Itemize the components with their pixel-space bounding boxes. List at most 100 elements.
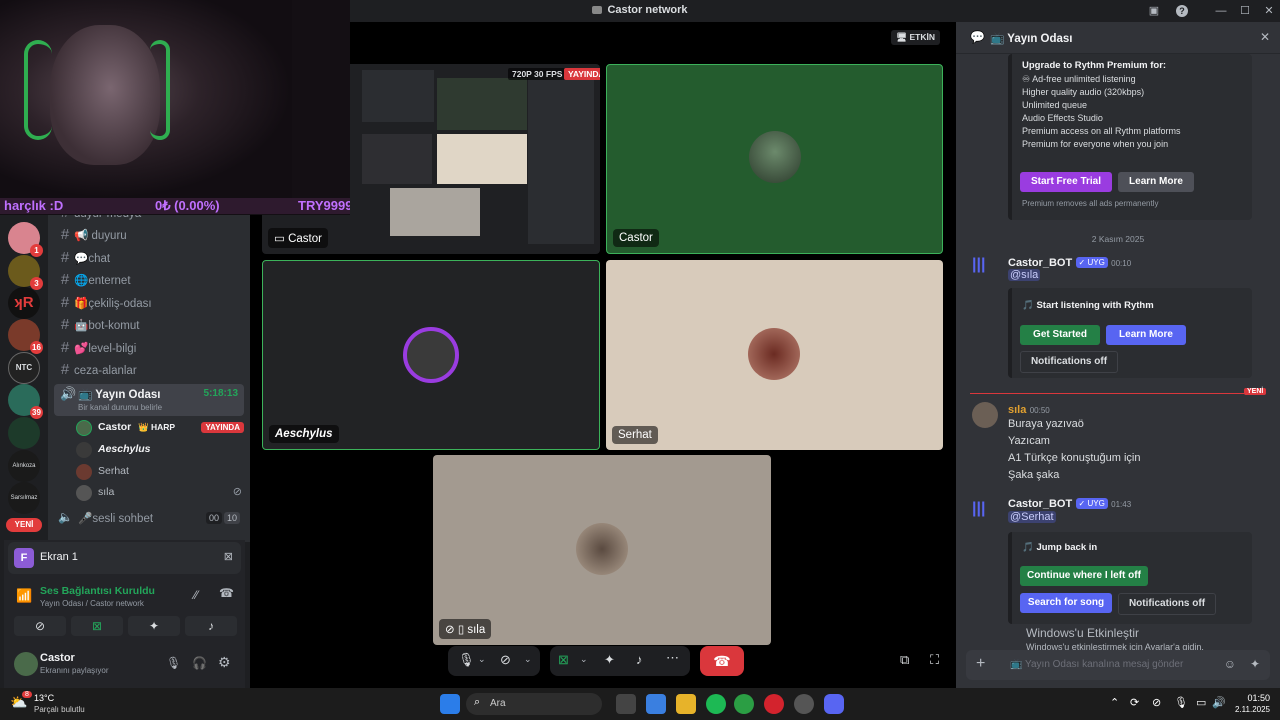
activities-icon[interactable]: ✦ — [604, 652, 615, 668]
video-tile-sila[interactable]: ⊘ ▯ sıla — [433, 455, 771, 645]
channel-bot-komut[interactable]: # 🤖bot-komut — [56, 314, 242, 336]
microphone-icon[interactable]: 🎙 — [1174, 696, 1188, 709]
channel-ceza-alanlar[interactable]: # ceza-alanlar — [56, 359, 242, 381]
leave-call-button[interactable]: ☎ — [700, 646, 744, 676]
noise-suppression-icon[interactable]: ⁄⁄ — [194, 588, 198, 602]
windows-taskbar: ⛅ 8 13°C Parçalı bulutlu ⌕ Ara ⌃ ⟳ ⊘ 🎙 ▭… — [0, 688, 1280, 720]
video-tile-serhat[interactable]: Serhat — [606, 260, 943, 450]
voice-member-sila[interactable]: sıla ⊘ — [76, 483, 244, 503]
message-input[interactable]: + 📺 Yayın Odası kanalına mesaj gönder ☺ … — [966, 650, 1270, 680]
screen-share-button[interactable]: ⊠ — [71, 616, 123, 636]
channel-cekilis-odasi[interactable]: # 🎁çekiliş-odası — [56, 292, 242, 314]
notifications-off-button[interactable]: Notifications off — [1020, 351, 1118, 373]
app-icon[interactable] — [794, 694, 814, 714]
camera-off-icon[interactable]: ⊘ — [500, 652, 511, 668]
server-icon-8[interactable]: Alınkoza — [8, 450, 40, 482]
headphones-icon[interactable]: 🎧 — [192, 656, 207, 670]
learn-more-button[interactable]: Learn More — [1106, 325, 1186, 345]
voice-member-castor[interactable]: Castor 👑 HARP YAYINDA — [76, 418, 244, 438]
chevron-up-icon[interactable]: ⌃ — [1110, 696, 1119, 709]
more-icon[interactable]: ⋯ — [666, 650, 679, 666]
voice-channel-yayin-odasi[interactable]: 🔊 📺 Yayın Odası 5:18:13 Bir kanal durumu… — [54, 384, 244, 416]
taskbar-search[interactable]: ⌕ Ara — [466, 693, 602, 715]
chrome-icon[interactable] — [734, 694, 754, 714]
soundboard-button[interactable]: ♪ — [185, 616, 237, 636]
search-icon: ⌕ — [474, 696, 481, 708]
avatar — [748, 328, 800, 380]
avatar[interactable] — [972, 402, 998, 428]
message-body: Buraya yazıvaö Yazıcam A1 Türkçe konuştu… — [1008, 418, 1141, 481]
channel-level-bilgi[interactable]: # 💕level-bilgi — [56, 337, 242, 359]
server-icon-5[interactable]: NTC — [8, 352, 40, 384]
add-attachment-icon[interactable]: + — [976, 655, 985, 673]
server-icon-9[interactable]: Sarsılmaz — [8, 482, 40, 514]
popout-icon[interactable]: ⧉ — [900, 652, 909, 668]
search-for-song-button[interactable]: Search for song — [1020, 593, 1112, 613]
fullscreen-icon[interactable]: ⛶ — [930, 652, 939, 668]
server-icon-1[interactable]: 1 — [8, 222, 43, 257]
voice-member-aeschylus[interactable]: Aeschylus — [76, 440, 244, 460]
close-window-button[interactable]: ✕ — [1261, 3, 1277, 19]
mention[interactable]: @Serhat — [1008, 511, 1056, 523]
channel-chat[interactable]: # 💬chat — [56, 247, 242, 269]
bot-avatar[interactable]: ||| — [972, 500, 994, 522]
network-icon[interactable]: ▭ — [1196, 696, 1206, 709]
soundboard-icon[interactable]: ♪ — [636, 652, 643, 667]
start-free-trial-button[interactable]: Start Free Trial — [1020, 172, 1112, 192]
disconnect-icon[interactable]: ☎ — [219, 586, 234, 600]
screen-share-panel[interactable]: F Ekran 1 ⊠ — [8, 542, 241, 574]
activities-button[interactable]: ✦ — [128, 616, 180, 636]
inbox-icon[interactable]: ▣ — [1146, 3, 1162, 19]
channel-enternet[interactable]: # 🌐enternet — [56, 269, 242, 291]
spotify-icon[interactable] — [706, 694, 726, 714]
get-started-button[interactable]: Get Started — [1020, 325, 1100, 345]
continue-button[interactable]: Continue where I left off — [1020, 566, 1148, 586]
tray-icon[interactable]: ⟳ — [1130, 696, 1139, 709]
voice-member-serhat[interactable]: Serhat — [76, 462, 244, 482]
chevron-down-icon[interactable]: ⌄ — [478, 654, 486, 665]
hash-icon: # — [60, 271, 70, 288]
new-servers-badge[interactable]: YENİ — [6, 518, 42, 532]
microphone-icon[interactable]: 🎙 — [458, 652, 475, 668]
server-icon-4[interactable]: 16 — [8, 319, 43, 354]
microphone-icon[interactable]: 🎙 — [166, 656, 181, 670]
gear-icon[interactable]: ⚙ — [218, 654, 231, 671]
bot-avatar[interactable]: ||| — [972, 256, 994, 278]
discord-icon[interactable] — [824, 694, 844, 714]
headphone-left — [24, 40, 52, 140]
channel-duyuru[interactable]: # 📢 duyuru — [56, 224, 242, 246]
help-icon[interactable]: ? — [1176, 5, 1188, 17]
streamer-face — [50, 25, 160, 165]
camera-off-button[interactable]: ⊘ — [14, 616, 66, 636]
file-explorer-icon[interactable] — [676, 694, 696, 714]
task-view-icon[interactable] — [616, 694, 636, 714]
maximize-button[interactable]: ☐ — [1237, 3, 1253, 19]
video-tile-aeschylus[interactable]: Aeschylus — [262, 260, 600, 450]
server-icon-6[interactable]: 39 — [8, 384, 43, 419]
tray-icon[interactable]: ⊘ — [1152, 696, 1161, 709]
server-icon-2[interactable]: 3 — [8, 255, 43, 290]
screen-share-icon[interactable]: ⊠ — [558, 652, 569, 668]
premium-learn-more-button[interactable]: Learn More — [1118, 172, 1194, 192]
stop-share-icon[interactable]: ⊠ — [224, 550, 233, 563]
notifications-off-button[interactable]: Notifications off — [1118, 593, 1216, 615]
chevron-down-icon[interactable]: ⌄ — [580, 654, 588, 665]
avatar[interactable] — [14, 652, 38, 676]
apps-icon[interactable]: ✦ — [1250, 657, 1260, 671]
voice-channel-sesli-sohbet[interactable]: 🔈 🎤sesli sohbet 00 10 — [54, 507, 244, 529]
hash-icon: # — [60, 226, 70, 243]
donation-ticker: harçlık :D 0₺ (0.00%) TRY999999 — [0, 198, 350, 214]
windows-activate-title: Windows'u Etkinleştir — [1026, 626, 1139, 640]
chat-bubble-icon: 💬 — [970, 30, 985, 44]
chevron-down-icon[interactable]: ⌄ — [524, 654, 532, 665]
server-icon-3[interactable]: ʞR — [8, 287, 40, 319]
video-tile-castor[interactable]: Castor — [606, 64, 943, 254]
minimize-button[interactable]: — — [1213, 3, 1229, 19]
server-icon-7[interactable] — [8, 417, 40, 449]
emoji-icon[interactable]: ☺ — [1224, 657, 1236, 671]
start-button[interactable] — [440, 694, 460, 714]
copilot-icon[interactable] — [646, 694, 666, 714]
close-icon[interactable]: ✕ — [1260, 30, 1270, 44]
mention[interactable]: @sıla — [1008, 269, 1041, 281]
opera-icon[interactable] — [764, 694, 784, 714]
